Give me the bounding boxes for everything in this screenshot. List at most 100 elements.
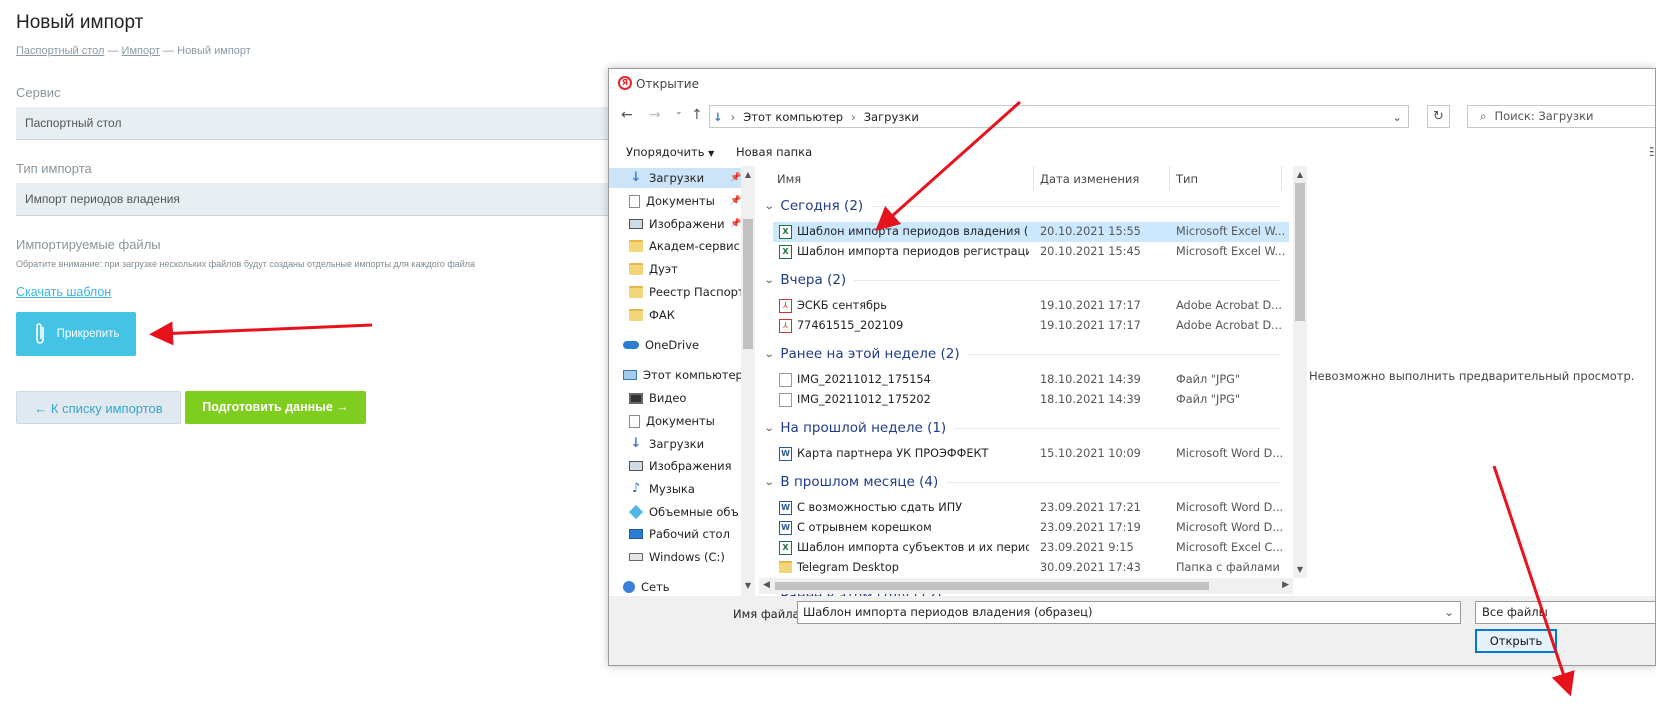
file-row[interactable]: Telegram Desktop 30.09.2021 17:43 Папка с … [773,558,1289,578]
file-group-header[interactable]: ⌄ На прошлой неделе (1) [764,420,1281,436]
horizontal-scroll-thumb[interactable] [775,582,1209,590]
file-date: 19.10.2021 17:17 [1040,299,1141,312]
organize-menu[interactable]: Упорядочить ▼ [626,145,714,159]
search-input[interactable]: ⌕ Поиск: Загрузки [1467,105,1655,128]
collapse-chevron-icon[interactable]: ⌄ [764,423,775,434]
import-type-select[interactable]: Импорт периодов владения [16,183,616,216]
nav-item[interactable]: Изображения [609,456,741,476]
nav-item[interactable]: ↓ Загрузки 📌 [609,168,741,188]
nav-item[interactable]: Видео [609,388,741,408]
scroll-up-icon[interactable]: ▲ [741,170,755,179]
nav-item[interactable]: OneDrive [609,335,741,355]
nav-item[interactable]: Документы 📌 [609,191,741,211]
desktop-icon [629,529,643,539]
file-row[interactable]: X Шаблон импорта периодов регистрации (об… [773,242,1289,262]
scroll-right-icon[interactable]: ▶ [1282,580,1289,590]
file-row[interactable]: W С возможностью сдать ИПУ 23.09.2021 17:2… [773,498,1289,518]
file-name: Шаблон импорта субъектов и их периодов [797,541,1029,554]
nav-item[interactable]: Дуэт [609,259,741,279]
refresh-icon[interactable]: ↻ [1427,105,1450,128]
address-dropdown-icon[interactable]: ⌄ [1392,110,1402,124]
file-row[interactable]: IMG_20211012_175202 18.10.2021 14:39 Файл … [773,390,1289,410]
breadcrumb-link-import[interactable]: Импорт [122,45,160,57]
navigation-scrollbar[interactable]: ▲ ▼ [741,166,755,596]
view-options-icon[interactable]: ☷ [1649,145,1655,159]
video-icon [629,392,643,404]
nav-item[interactable]: Изображени 📌 [609,214,741,234]
file-type: Файл "JPG" [1176,373,1241,386]
file-row[interactable]: ⅄ ЭСКБ сентябрь 19.10.2021 17:17 Adobe Acro… [773,296,1289,316]
new-folder-button[interactable]: Новая папка [736,145,812,159]
forward-arrow-icon[interactable]: → [649,107,661,123]
nav-item[interactable]: Сеть [609,577,741,596]
prepare-data-button[interactable]: Подготовить данные → [185,391,366,424]
filename-input[interactable]: Шаблон импорта периодов владения (образе… [797,601,1461,624]
file-list-horizontal-scrollbar[interactable]: ◀ ▶ [759,578,1293,594]
download-template-link[interactable]: Скачать шаблон [16,285,111,299]
scroll-down-icon[interactable]: ▼ [741,581,755,590]
scroll-up-icon[interactable]: ▲ [1293,170,1307,179]
filename-dropdown-icon[interactable]: ⌄ [1444,602,1454,623]
file-row[interactable]: W С отрывнем корешком 23.09.2021 17:19 Micr… [773,518,1289,538]
address-bar[interactable]: ↓ › Этот компьютер › Загрузки ⌄ [709,105,1409,128]
nav-item[interactable]: Windows (C:) [609,547,741,567]
nav-item[interactable]: ↓ Загрузки [609,434,741,454]
scroll-down-icon[interactable]: ▼ [1293,565,1307,574]
recent-locations-chevron-icon[interactable]: ⌄ [675,107,683,117]
file-group-header[interactable]: ⌄ Вчера (2) [764,272,1281,288]
open-button[interactable]: Открыть [1475,629,1557,653]
word-file-icon: W [779,447,792,461]
file-date: 20.10.2021 15:45 [1040,245,1141,258]
file-group-header[interactable]: ⌄ Ранее на этой неделе (2) [764,346,1281,362]
file-date: 18.10.2021 14:39 [1040,393,1141,406]
nav-item[interactable]: Объемные объ [609,502,741,522]
file-list-scroll-thumb[interactable] [1295,183,1305,321]
nav-item[interactable]: ♪ Музыка [609,479,741,499]
download-icon: ↓ [630,170,642,185]
file-row[interactable]: X Шаблон импорта субъектов и их периодов 2… [773,538,1289,558]
file-row[interactable]: W Карта партнера УК ПРОЭФФЕКТ 15.10.2021 1… [773,444,1289,464]
files-hint: Обратите внимание: при загрузке нескольк… [16,259,476,269]
nav-item-label: Windows (C:) [649,550,725,564]
collapse-chevron-icon[interactable]: ⌄ [764,275,775,286]
address-segment-downloads[interactable]: Загрузки [864,110,919,124]
service-select[interactable]: Паспортный стол [16,107,616,140]
attach-button[interactable]: Прикрепить [16,312,136,356]
up-arrow-icon[interactable]: ↑ [691,107,703,123]
column-header-type[interactable]: Тип [1176,172,1198,186]
collapse-chevron-icon[interactable]: ⌄ [764,349,775,360]
file-row[interactable]: IMG_20211012_175154 18.10.2021 14:39 Файл … [773,370,1289,390]
file-group-header[interactable]: ⌄ В прошлом месяце (4) [764,474,1281,490]
breadcrumb-link-passport[interactable]: Паспортный стол [16,45,104,57]
navigation-scroll-thumb[interactable] [743,219,753,349]
nav-item[interactable]: Рабочий стол [609,524,741,544]
music-icon: ♪ [631,481,641,496]
back-arrow-icon[interactable]: ← [621,107,633,123]
nav-item[interactable]: ФАК [609,305,741,325]
nav-item[interactable]: Этот компьютер [609,365,743,385]
navigation-pane: ↓ Загрузки 📌 Документы 📌 Изображени 📌 Академ-се… [609,166,755,596]
open-file-dialog: Я Открытие ← → ⌄ ↑ ↓ › Этот компьютер › … [608,68,1656,666]
service-label: Сервис [16,85,61,100]
pdf-file-icon: ⅄ [779,299,792,313]
nav-item[interactable]: Реестр Паспорт [609,282,745,302]
nav-item-label: Загрузки [649,437,705,451]
network-icon [623,581,635,593]
scroll-left-icon[interactable]: ◀ [763,580,770,590]
column-header-name[interactable]: Имя [777,172,801,186]
column-header-date[interactable]: Дата изменения [1040,172,1139,186]
file-group-header[interactable]: ⌄ Сегодня (2) [764,198,1281,214]
nav-item[interactable]: Документы [609,411,741,431]
nav-item-label: Изображения [649,459,732,473]
file-list-scrollbar[interactable]: ▲ ▼ [1293,166,1307,578]
file-name: Telegram Desktop [797,561,899,574]
collapse-chevron-icon[interactable]: ⌄ [764,477,775,488]
address-segment-computer[interactable]: Этот компьютер [743,110,843,124]
filetype-select[interactable]: Все файлы [1475,601,1655,624]
file-row[interactable]: X Шаблон импорта периодов владения (образ… [773,222,1289,242]
collapse-chevron-icon[interactable]: ⌄ [764,201,775,212]
file-type: Microsoft Excel C... [1176,541,1284,554]
nav-item[interactable]: Академ-сервис [609,236,741,256]
back-to-imports-button[interactable]: ← К списку импортов [16,391,181,424]
file-row[interactable]: ⅄ 77461515_202109 19.10.2021 17:17 Adobe Ac… [773,316,1289,336]
